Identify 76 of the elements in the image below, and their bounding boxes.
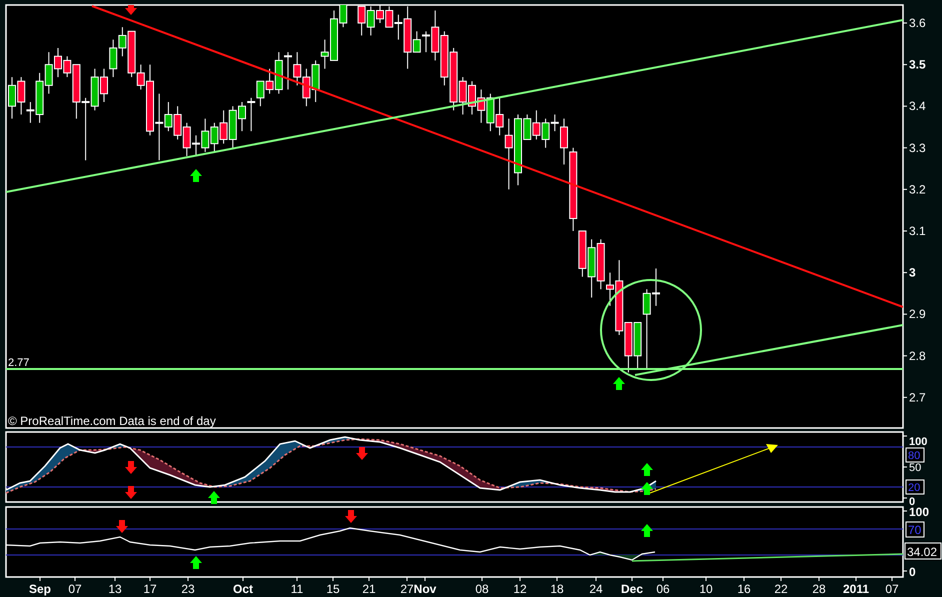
axis-label: 2.8 — [909, 348, 926, 363]
axis-label: 10 — [699, 582, 713, 596]
candlestick — [293, 52, 302, 86]
axis-label: 2011 — [842, 582, 870, 596]
candlestick — [210, 122, 218, 152]
axis-label: 07 — [885, 582, 899, 596]
down-arrow-icon — [356, 447, 368, 460]
level-badge: 70 — [906, 522, 924, 538]
candlestick — [256, 80, 264, 107]
axis-label: 06 — [656, 582, 670, 596]
candlestick — [588, 238, 596, 298]
axis-label: 08 — [475, 582, 489, 596]
axis-label: 100 — [909, 505, 930, 519]
axis-label: 0 — [909, 496, 916, 508]
candlestick — [440, 30, 448, 86]
candlestick — [247, 97, 256, 132]
axis-label: 23 — [181, 582, 195, 596]
level-badge: 80 — [906, 448, 924, 462]
axis-label: 18 — [550, 582, 564, 596]
up-arrow-icon — [190, 169, 202, 182]
axis-label: Sep — [29, 582, 51, 596]
axis-label: 12 — [513, 582, 527, 596]
axis-label: 16 — [737, 582, 751, 596]
candlestick — [312, 60, 320, 103]
up-arrow-icon — [641, 482, 653, 495]
oversold-area — [590, 552, 645, 560]
axis-label: 3.1 — [909, 224, 926, 238]
axis-label: 28 — [812, 582, 826, 596]
candlestick — [532, 110, 540, 140]
down-arrow-icon — [345, 510, 357, 523]
candlestick — [44, 52, 53, 94]
down-arrow-icon — [125, 486, 137, 499]
axis-label: 07 — [68, 582, 82, 596]
up-arrow-icon — [641, 524, 653, 537]
down-arrow-icon — [116, 520, 128, 533]
axis-label: Nov — [414, 582, 436, 596]
axis-label: 100 — [909, 436, 928, 448]
axis-label: 17 — [143, 582, 157, 596]
up-arrow-icon — [613, 377, 625, 390]
axis-label: 11 — [290, 582, 304, 596]
down-arrow-icon — [125, 461, 137, 474]
axis-label: 3.3 — [909, 140, 926, 155]
axis-label: 15 — [326, 582, 340, 596]
axis-label: 21 — [362, 582, 376, 596]
up-arrow-icon — [208, 491, 220, 504]
axis-label: 22 — [774, 582, 788, 596]
candlestick — [174, 106, 182, 140]
axis-label: 3 — [909, 266, 916, 280]
axis-label: 27 — [400, 582, 414, 596]
axis-label: 3.4 — [909, 99, 926, 114]
candlestick — [220, 110, 228, 144]
axis-label: 3.5 — [909, 58, 926, 72]
candlestick — [228, 106, 237, 148]
axis-label: 24 — [589, 582, 603, 596]
axis-label: Dec — [621, 582, 643, 596]
up-arrow-icon — [190, 556, 202, 569]
candlestick — [358, 6, 366, 36]
axis-label: 2.9 — [909, 307, 926, 322]
level-label: 2.77 — [8, 357, 30, 369]
candlestick — [477, 89, 486, 124]
axis-label: 50 — [909, 462, 922, 474]
candlestick — [385, 6, 394, 28]
axis-label: 3.6 — [909, 16, 926, 30]
axis-label: 3.2 — [909, 182, 926, 196]
axis-label: 2.7 — [909, 390, 926, 404]
candlestick — [109, 39, 118, 78]
axis-label: 13 — [108, 582, 122, 596]
level-badge: 20 — [906, 480, 924, 494]
candlestick — [486, 93, 494, 132]
axis-label: 0 — [909, 565, 916, 579]
value-badge: 34.02 — [904, 542, 942, 560]
source-note: © ProRealTime.com Data is end of day — [8, 414, 216, 428]
axis-label: Oct — [233, 582, 253, 596]
down-arrow-icon — [125, 5, 137, 15]
up-arrow-icon — [641, 463, 653, 476]
candlestick — [302, 68, 310, 107]
